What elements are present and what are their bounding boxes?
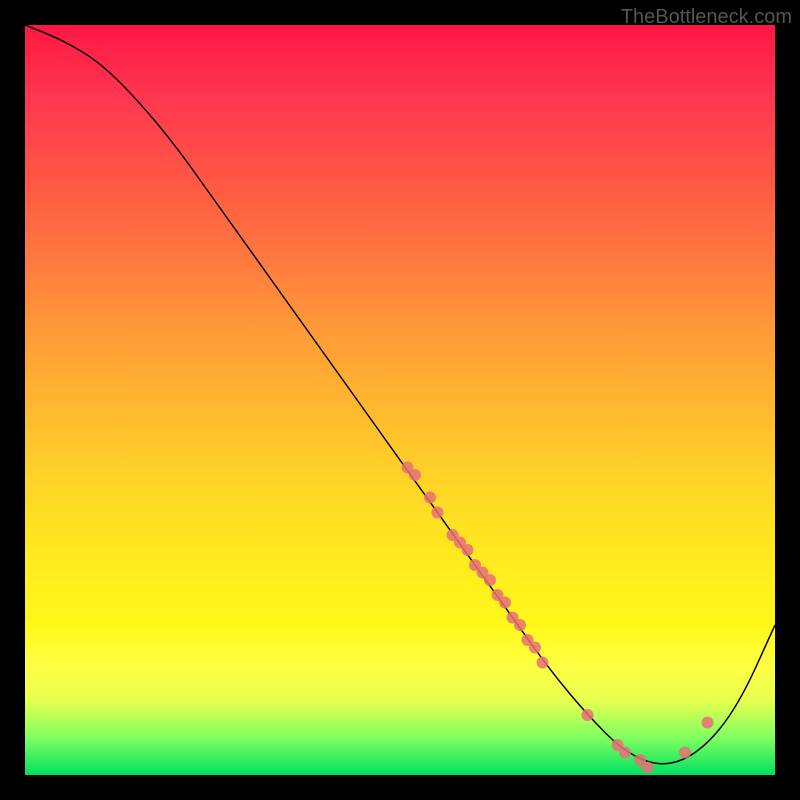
data-marker bbox=[432, 507, 444, 519]
data-marker bbox=[679, 747, 691, 759]
data-marker bbox=[484, 574, 496, 586]
data-marker bbox=[529, 642, 541, 654]
data-markers bbox=[402, 462, 714, 774]
data-marker bbox=[409, 469, 421, 481]
data-marker bbox=[499, 597, 511, 609]
watermark-text: TheBottleneck.com bbox=[621, 6, 792, 29]
chart-plot-area bbox=[25, 25, 775, 775]
data-marker bbox=[582, 709, 594, 721]
data-marker bbox=[462, 544, 474, 556]
data-marker bbox=[424, 492, 436, 504]
data-marker bbox=[537, 657, 549, 669]
data-marker bbox=[619, 747, 631, 759]
chart-svg bbox=[25, 25, 775, 775]
data-marker bbox=[702, 717, 714, 729]
bottleneck-curve bbox=[25, 25, 775, 764]
data-marker bbox=[642, 762, 654, 774]
data-marker bbox=[514, 619, 526, 631]
